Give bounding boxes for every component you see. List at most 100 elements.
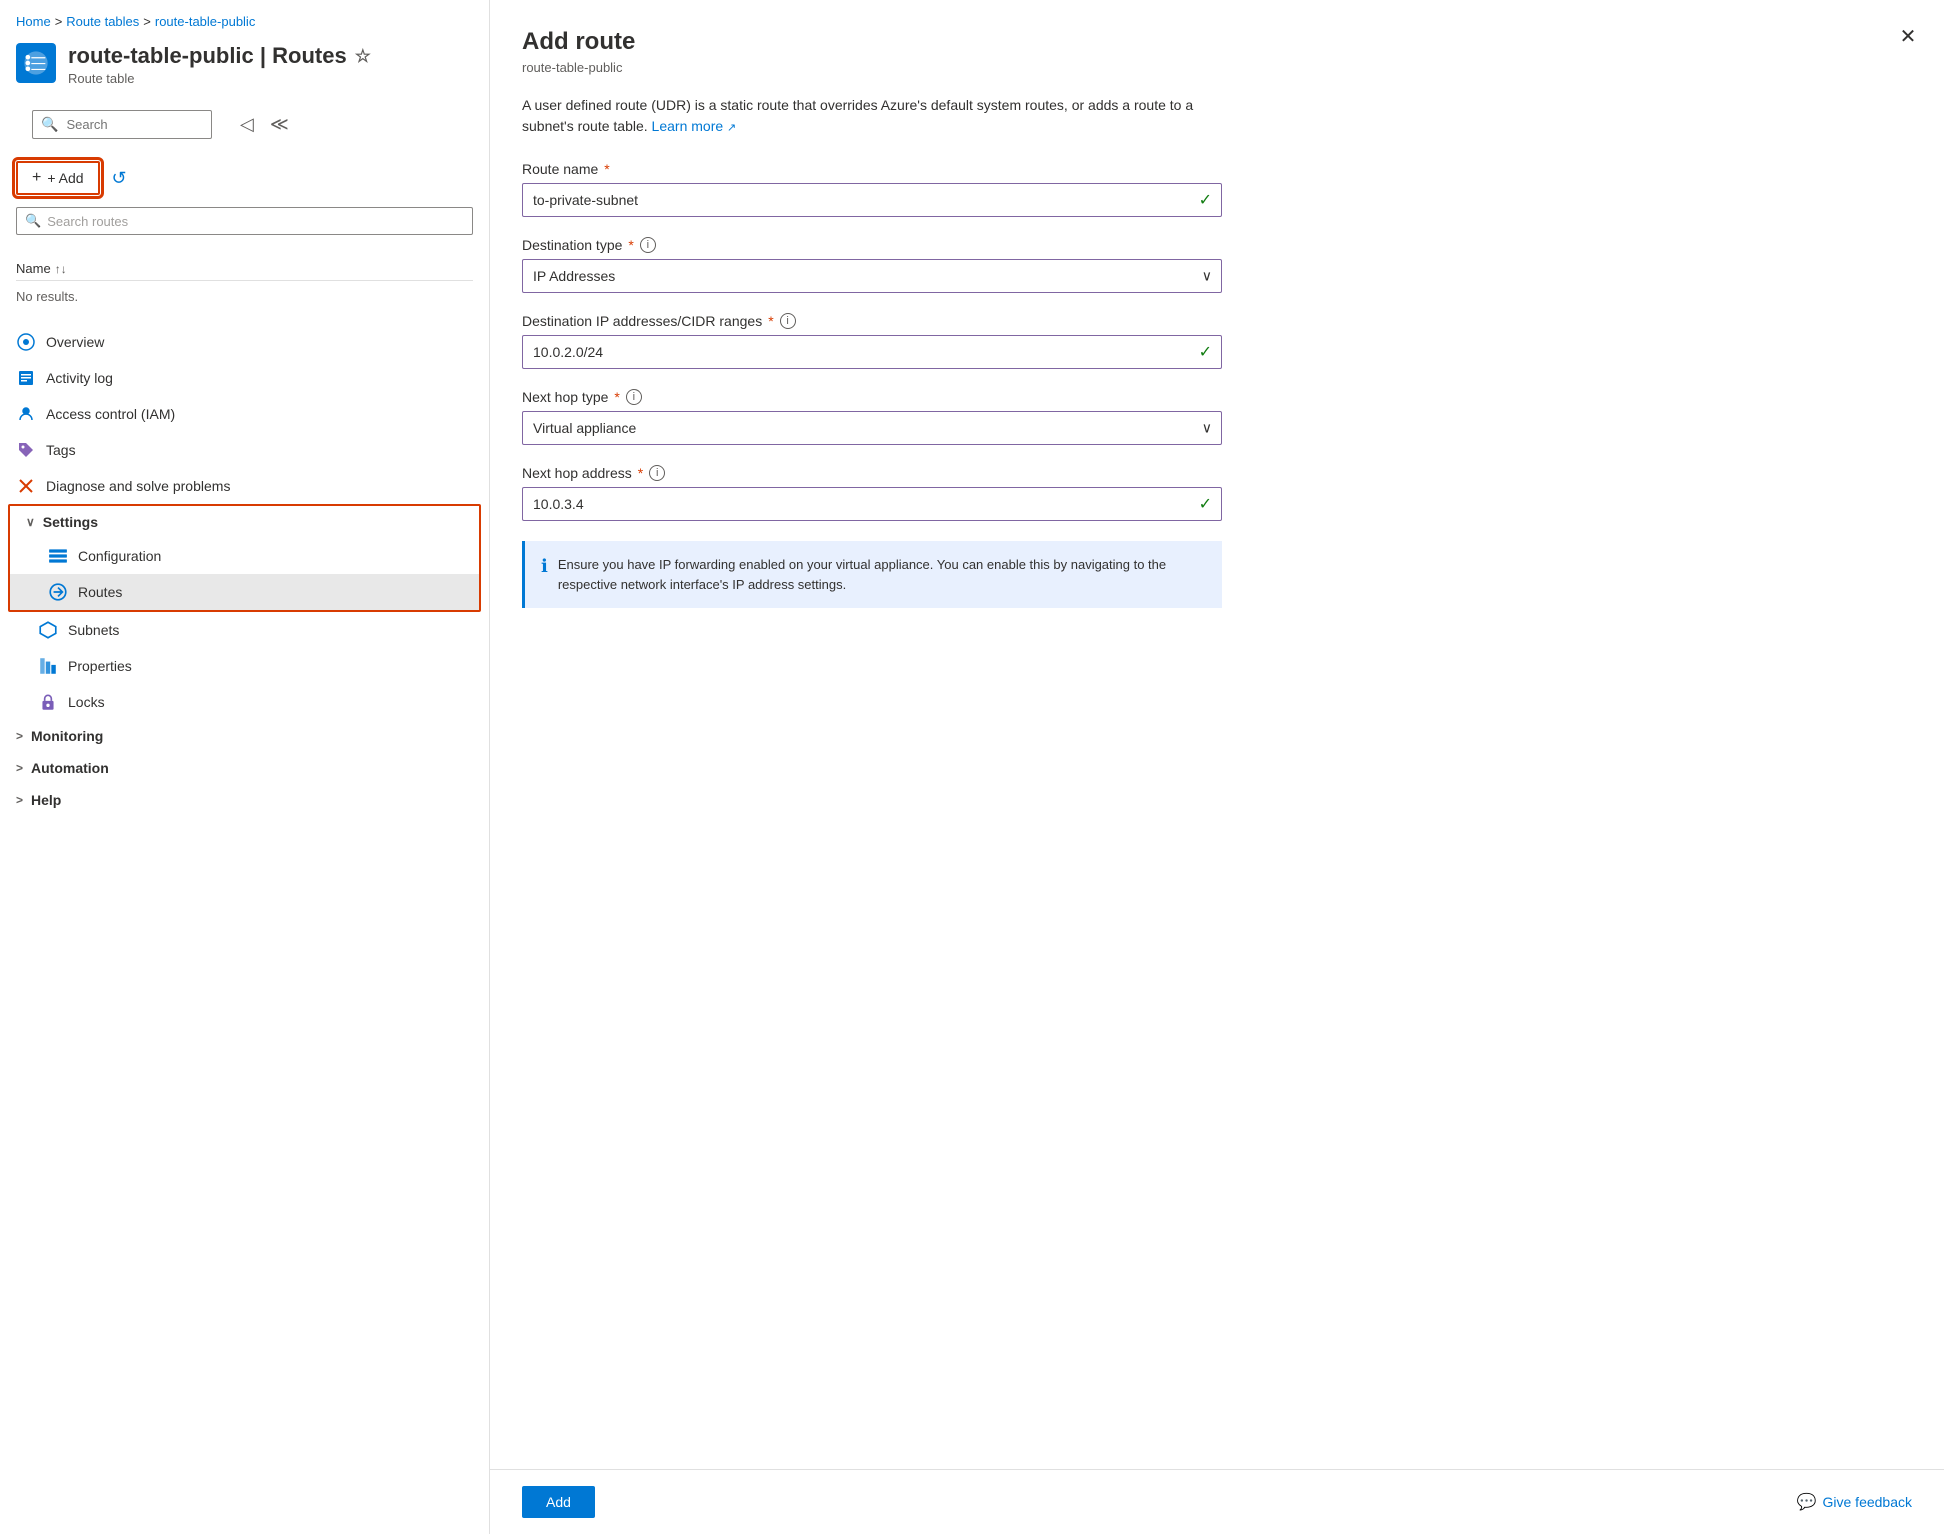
route-name-wrapper: ✓ [522,183,1222,217]
toolbar-row: + + Add ↺ [0,155,489,201]
next-hop-address-label: Next hop address * i [522,465,1222,481]
add-route-panel: ✕ Add route route-table-public A user de… [490,0,1944,1534]
add-icon: + [32,169,41,187]
route-table-icon [22,49,50,77]
route-name-label: Route name * [522,161,1222,177]
overview-icon [16,332,36,352]
favorite-icon[interactable]: ☆ [355,46,371,67]
search-input[interactable] [66,117,203,132]
configuration-label: Configuration [78,548,161,564]
resource-subtitle: Route table [68,71,371,86]
add-footer-button[interactable]: Add [522,1486,595,1518]
breadcrumb-home[interactable]: Home [16,14,51,29]
sidebar-item-diagnose[interactable]: Diagnose and solve problems [0,468,489,504]
help-section[interactable]: > Help [0,784,489,816]
left-panel: Home > Route tables > route-table-public… [0,0,490,1534]
settings-chevron: ∨ [26,515,35,529]
diagnose-label: Diagnose and solve problems [46,478,230,494]
breadcrumb-sep2: > [143,14,151,29]
required-indicator3: * [768,313,773,329]
sidebar-item-configuration[interactable]: Configuration [10,538,479,574]
sidebar-item-overview[interactable]: Overview [0,324,489,360]
subnets-icon [38,620,58,640]
nav-menu: Overview Activity log Acc [0,316,489,1534]
next-hop-type-info-icon[interactable]: i [626,389,642,405]
feedback-link[interactable]: 💬 Give feedback [1797,1492,1912,1512]
no-results-text: No results. [16,281,473,312]
route-name-valid-icon: ✓ [1199,190,1212,210]
destination-type-select[interactable]: IP Addresses [522,259,1222,293]
search-routes-icon: 🔍 [25,213,41,229]
search-routes-placeholder: Search routes [47,214,128,229]
next-hop-address-valid-icon: ✓ [1199,494,1212,514]
learn-more-link[interactable]: Learn more ↗ [652,118,737,134]
external-link-icon: ↗ [727,122,736,134]
feedback-icon: 💬 [1797,1492,1817,1512]
settings-section[interactable]: ∨ Settings [10,506,479,538]
next-hop-type-label: Next hop type * i [522,389,1222,405]
help-chevron: > [16,793,23,807]
resource-title: route-table-public | Routes ☆ [68,43,371,69]
name-column: Name [16,261,51,276]
destination-type-info-icon[interactable]: i [640,237,656,253]
resource-icon [16,43,56,83]
info-box-text: Ensure you have IP forwarding enabled on… [558,555,1206,594]
route-name-input[interactable] [522,183,1222,217]
required-indicator5: * [638,465,643,481]
feedback-label: Give feedback [1823,1494,1913,1510]
tags-label: Tags [46,442,76,458]
destination-ip-valid-icon: ✓ [1199,342,1212,362]
sidebar-item-locks[interactable]: Locks [0,684,489,720]
routes-icon [48,582,68,602]
destination-ip-group: Destination IP addresses/CIDR ranges * i… [522,313,1222,369]
next-hop-address-info-icon[interactable]: i [649,465,665,481]
resource-header: route-table-public | Routes ☆ Route tabl… [0,35,489,98]
access-control-icon [16,404,36,424]
destination-ip-info-icon[interactable]: i [780,313,796,329]
route-name-group: Route name * ✓ [522,161,1222,217]
settings-label: Settings [43,514,98,530]
search-icon: 🔍 [41,116,58,133]
refresh-button[interactable]: ↺ [108,164,131,193]
access-control-label: Access control (IAM) [46,406,175,422]
locks-icon [38,692,58,712]
destination-ip-wrapper: ✓ [522,335,1222,369]
tags-icon [16,440,36,460]
panel-footer: Add 💬 Give feedback [490,1469,1944,1534]
expand-button[interactable]: ≪ [266,110,293,139]
overview-label: Overview [46,334,104,350]
breadcrumb-resource[interactable]: route-table-public [155,14,255,29]
next-hop-address-input[interactable] [522,487,1222,521]
activity-log-icon [16,368,36,388]
breadcrumb-route-tables[interactable]: Route tables [66,14,139,29]
routes-search-box[interactable]: 🔍 Search routes [16,207,473,235]
automation-section[interactable]: > Automation [0,752,489,784]
panel-title: Add route [522,28,1912,56]
sidebar-item-access-control[interactable]: Access control (IAM) [0,396,489,432]
add-button[interactable]: + + Add [16,161,100,195]
destination-type-label: Destination type * i [522,237,1222,253]
destination-type-wrapper: IP Addresses ∨ [522,259,1222,293]
sidebar-item-routes[interactable]: Routes [10,574,479,610]
close-button[interactable]: ✕ [1892,20,1924,52]
destination-ip-input[interactable] [522,335,1222,369]
subnets-label: Subnets [68,622,119,638]
settings-section-box: ∨ Settings Configuration [8,504,481,612]
next-hop-type-wrapper: Virtual appliance ∨ [522,411,1222,445]
sidebar-item-subnets[interactable]: Subnets [0,612,489,648]
sort-icon[interactable]: ↑↓ [55,262,67,276]
monitoring-section[interactable]: > Monitoring [0,720,489,752]
activity-log-label: Activity log [46,370,113,386]
configuration-icon [48,546,68,566]
next-hop-type-select[interactable]: Virtual appliance [522,411,1222,445]
sidebar-item-activity-log[interactable]: Activity log [0,360,489,396]
automation-chevron: > [16,761,23,775]
destination-type-group: Destination type * i IP Addresses ∨ [522,237,1222,293]
sidebar-item-tags[interactable]: Tags [0,432,489,468]
collapse-button[interactable]: ◁ [236,110,258,139]
properties-label: Properties [68,658,132,674]
sidebar-item-properties[interactable]: Properties [0,648,489,684]
required-indicator2: * [628,237,633,253]
nav-search-box[interactable]: 🔍 [32,110,212,139]
next-hop-address-wrapper: ✓ [522,487,1222,521]
